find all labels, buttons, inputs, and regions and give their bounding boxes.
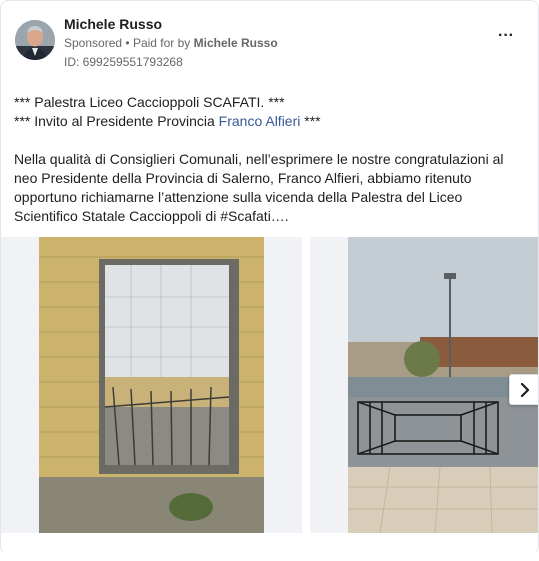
post-line-2: *** Invito al Presidente Provincia Franc… bbox=[14, 112, 524, 131]
post-line-2-prefix: *** Invito al Presidente Provincia bbox=[14, 113, 219, 129]
paid-for-name[interactable]: Michele Russo bbox=[194, 36, 278, 50]
image-carousel bbox=[1, 237, 538, 533]
gym-doorway-photo bbox=[1, 237, 302, 533]
author-avatar[interactable] bbox=[15, 20, 55, 60]
post-text: *** Palestra Liceo Caccioppoli SCAFATI. … bbox=[14, 93, 524, 226]
carousel-slide-1[interactable] bbox=[1, 237, 302, 533]
more-options-icon[interactable]: ··· bbox=[494, 28, 518, 49]
carousel-slide-2[interactable] bbox=[310, 237, 538, 533]
author-name[interactable]: Michele Russo bbox=[64, 16, 162, 32]
post-paragraph: Nella qualità di Consiglieri Comunali, n… bbox=[14, 151, 504, 224]
chevron-right-icon bbox=[520, 382, 529, 397]
ad-post-card: Michele Russo Sponsored • Paid for by Mi… bbox=[0, 0, 539, 554]
person-avatar-icon bbox=[15, 20, 55, 60]
bottom-spacer bbox=[0, 552, 539, 561]
franco-alfieri-link[interactable]: Franco Alfieri bbox=[219, 113, 301, 129]
carousel-next-button[interactable] bbox=[509, 374, 538, 405]
meta-separator: • bbox=[125, 36, 133, 50]
sponsored-label: Sponsored bbox=[64, 36, 123, 50]
post-line-1: *** Palestra Liceo Caccioppoli SCAFATI. … bbox=[14, 94, 285, 110]
courtyard-gate-photo bbox=[310, 237, 538, 533]
sponsorship-line: Sponsored • Paid for by Michele Russo bbox=[64, 36, 278, 50]
post-line-2-suffix: *** bbox=[300, 113, 321, 129]
paid-for-prefix: Paid for by bbox=[132, 36, 191, 50]
ad-id: ID: 699259551793268 bbox=[64, 55, 183, 69]
